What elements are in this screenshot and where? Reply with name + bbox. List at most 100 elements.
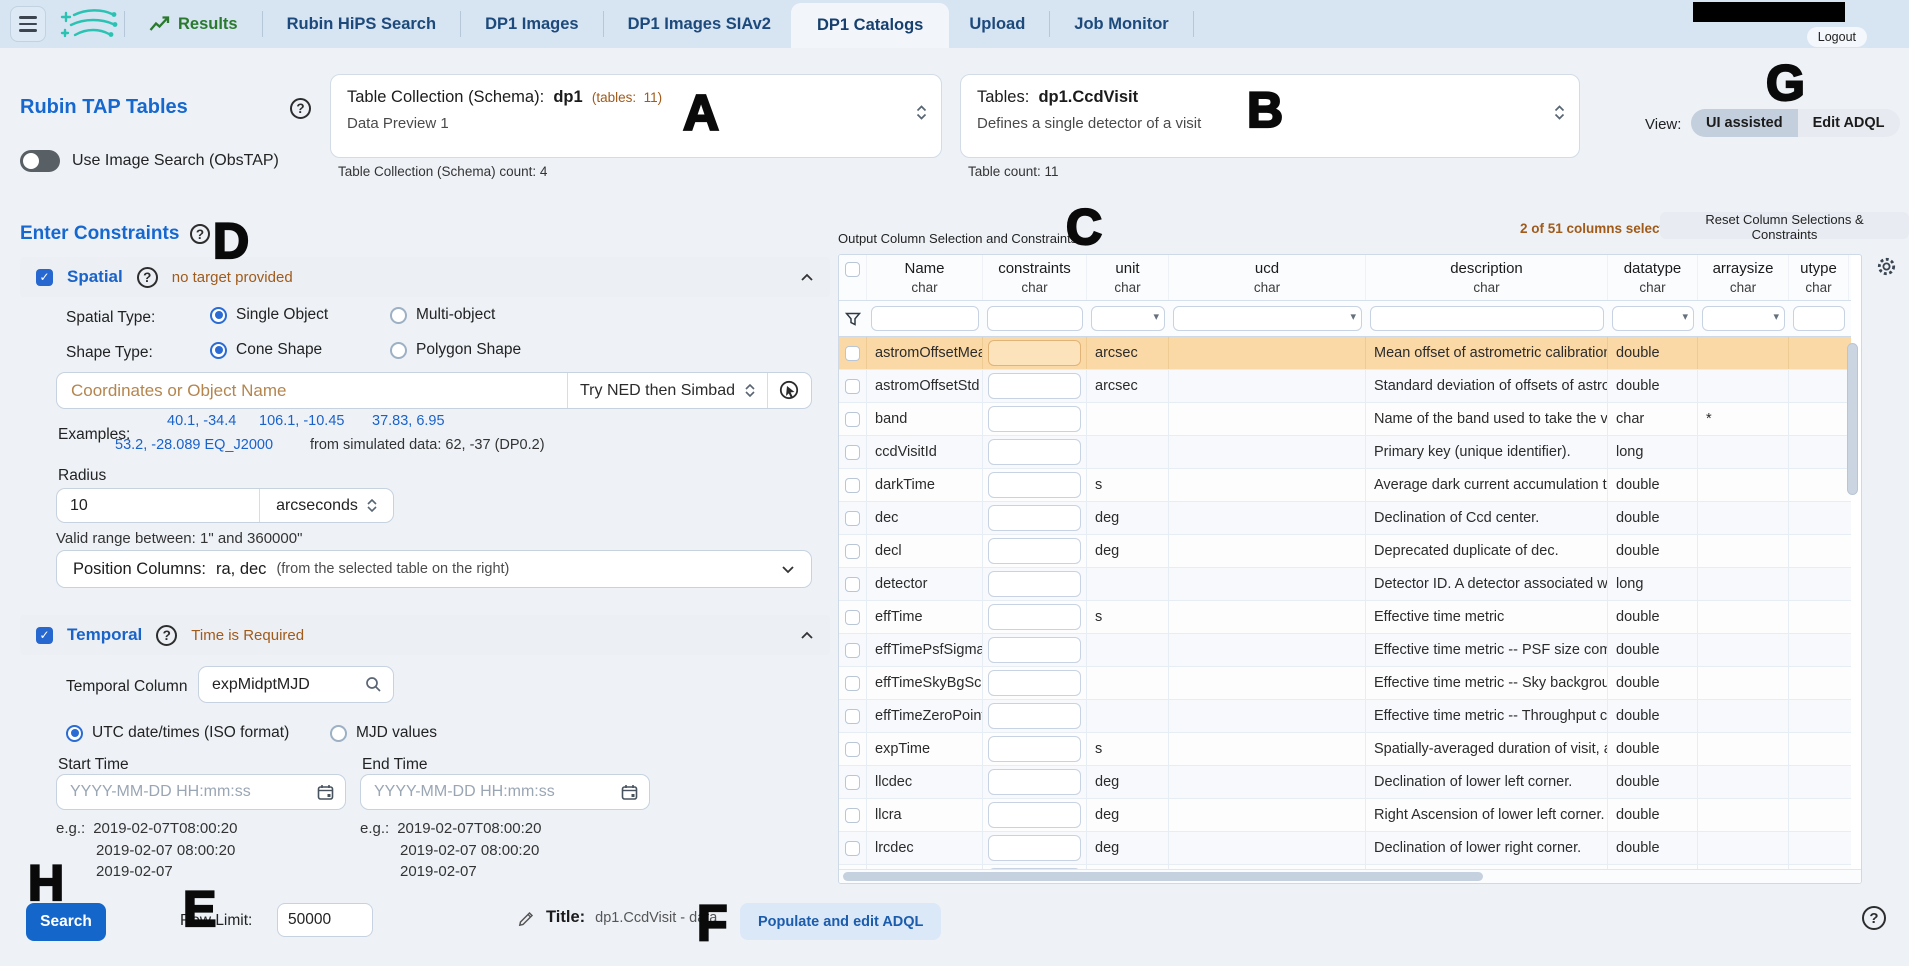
example-link[interactable]: 53.2, -28.089 EQ_J2000 [115,437,273,453]
table-row[interactable]: llcradegRight Ascension of lower left co… [839,799,1851,832]
calendar-icon[interactable] [317,784,345,801]
column-header-arraysize[interactable]: arraysizechar [1698,255,1789,300]
radio-multi-object[interactable]: Multi-object [390,306,495,324]
temporal-column-input[interactable]: expMidptMJD [198,666,394,703]
view-ui-assisted-button[interactable]: UI assisted [1691,109,1798,137]
example-link[interactable]: 37.83, 6.95 [372,413,445,429]
row-checkbox[interactable] [845,841,860,856]
row-checkbox[interactable] [845,709,860,724]
table-row[interactable]: ccdVisitIdPrimary key (unique identifier… [839,436,1851,469]
row-checkbox[interactable] [845,808,860,823]
spatial-section-header[interactable]: Spatial ? no target provided [20,257,830,297]
example-link[interactable]: 106.1, -10.45 [259,413,344,429]
filter-description-input[interactable] [1370,306,1604,331]
column-header-utype[interactable]: utypechar [1789,255,1849,300]
position-columns-select[interactable]: Position Columns: ra, dec (from the sele… [56,550,812,588]
radio-polygon-shape[interactable]: Polygon Shape [390,341,521,359]
table-row[interactable]: lrcdecdegDeclination of lower right corn… [839,832,1851,865]
table-row[interactable]: llcdecdegDeclination of lower left corne… [839,766,1851,799]
table-row[interactable]: effTimeZeroPointSEffective time metric -… [839,700,1851,733]
table-row[interactable]: astromOffsetMeanarcsecMean offset of ast… [839,337,1851,370]
row-constraint-input[interactable] [988,505,1081,531]
row-limit-input[interactable] [277,903,373,937]
table-row[interactable]: detectorDetector ID. A detector associat… [839,568,1851,601]
table-row[interactable]: decdegDeclination of Ccd center.double [839,502,1851,535]
tab-dp1-images-siav2[interactable]: DP1 Images SIAv2 [608,0,791,48]
row-checkbox[interactable] [845,379,860,394]
filter-name-input[interactable] [871,306,979,331]
radio-utc-format[interactable]: UTC date/times (ISO format) [66,724,289,742]
table-row[interactable]: bandName of the band used to take the vi… [839,403,1851,436]
row-constraint-input[interactable] [988,802,1081,828]
row-checkbox[interactable] [845,412,860,427]
row-constraint-input[interactable] [988,604,1081,630]
filter-funnel-icon[interactable] [839,301,867,336]
view-edit-adql-button[interactable]: Edit ADQL [1798,109,1900,137]
temporal-section-header[interactable]: Temporal ? Time is Required [20,615,830,655]
row-checkbox[interactable] [845,643,860,658]
row-constraint-input[interactable] [988,538,1081,564]
table-row[interactable]: effTimesEffective time metricdouble [839,601,1851,634]
filter-constraints-input[interactable] [987,306,1083,331]
row-constraint-input[interactable] [988,340,1081,366]
populate-adql-button[interactable]: Populate and edit ADQL [740,903,941,940]
tab-results[interactable]: Results [129,0,258,48]
help-icon[interactable]: ? [1862,906,1886,930]
row-constraint-input[interactable] [988,736,1081,762]
coordinates-input[interactable]: Coordinates or Object Name [57,381,567,401]
radio-single-object[interactable]: Single Object [210,306,328,324]
schema-select[interactable]: Table Collection (Schema): dp1 (tables: … [330,74,942,158]
reset-columns-button[interactable]: Reset Column Selections & Constraints [1660,212,1909,239]
column-header-constraints[interactable]: constraintschar [983,255,1087,300]
stepper-icon[interactable] [916,105,927,120]
table-row[interactable]: darkTimesAverage dark current accumulati… [839,469,1851,502]
position-picker-icon[interactable] [767,373,811,408]
column-header-unit[interactable]: unitchar [1087,255,1169,300]
row-checkbox[interactable] [845,775,860,790]
radius-input[interactable]: 10 [57,497,259,515]
help-icon[interactable]: ? [137,267,158,288]
table-row[interactable]: decldegDeprecated duplicate of dec.doubl… [839,535,1851,568]
end-time-input[interactable]: YYYY-MM-DD HH:mm:ss [360,774,650,810]
table-row[interactable]: astromOffsetStdarcsecStandard deviation … [839,370,1851,403]
pencil-icon[interactable] [518,909,536,927]
help-icon[interactable]: ? [190,224,210,244]
menu-icon[interactable] [10,6,46,42]
radius-unit-select[interactable]: arcseconds [259,489,393,522]
radio-cone-shape[interactable]: Cone Shape [210,341,322,359]
filter-utype-input[interactable] [1793,306,1845,331]
row-checkbox[interactable] [845,577,860,592]
tab-job-monitor[interactable]: Job Monitor [1054,0,1188,48]
logout-button[interactable]: Logout [1807,27,1867,47]
row-checkbox[interactable] [845,610,860,625]
start-time-input[interactable]: YYYY-MM-DD HH:mm:ss [56,774,346,810]
collapse-chevron-icon[interactable] [800,273,814,282]
row-checkbox[interactable] [845,511,860,526]
row-checkbox[interactable] [845,445,860,460]
column-header-datatype[interactable]: datatypechar [1608,255,1698,300]
row-constraint-input[interactable] [988,571,1081,597]
resolver-select[interactable]: Try NED then Simbad [567,373,767,408]
column-header-name[interactable]: Namechar [867,255,983,300]
row-constraint-input[interactable] [988,472,1081,498]
row-constraint-input[interactable] [988,406,1081,432]
stepper-icon[interactable] [1554,105,1565,120]
example-link[interactable]: 40.1, -34.4 [167,413,236,429]
row-constraint-input[interactable] [988,835,1081,861]
obstap-toggle[interactable] [20,150,60,172]
tab-dp1-catalogs-active[interactable]: DP1 Catalogs [791,3,949,48]
row-constraint-input[interactable] [988,703,1081,729]
row-checkbox[interactable] [845,346,860,361]
row-constraint-input[interactable] [988,637,1081,663]
horizontal-scrollbar-thumb[interactable] [843,872,1483,881]
table-row[interactable]: effTimeSkyBgScalEffective time metric --… [839,667,1851,700]
calendar-icon[interactable] [621,784,649,801]
select-all-checkbox[interactable] [845,262,860,277]
filter-ucd-select[interactable] [1173,306,1362,331]
radio-mjd-values[interactable]: MJD values [330,724,437,742]
table-row[interactable]: effTimePsfSigmaSEffective time metric --… [839,634,1851,667]
row-checkbox[interactable] [845,676,860,691]
column-search-icon[interactable] [365,676,393,693]
column-header-description[interactable]: descriptionchar [1366,255,1608,300]
vertical-scrollbar-thumb[interactable] [1847,343,1858,495]
